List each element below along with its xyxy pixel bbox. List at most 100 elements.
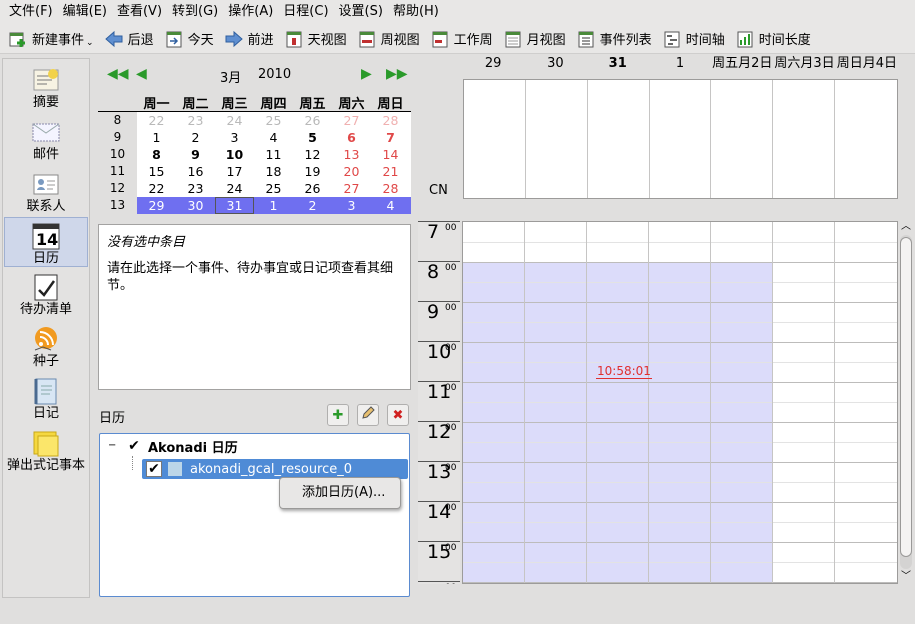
day-header[interactable]: 周五月2日 bbox=[711, 54, 773, 74]
date-cell[interactable]: 22 bbox=[137, 180, 176, 197]
menu-file[interactable]: 文件(F) bbox=[4, 0, 58, 24]
menu-go[interactable]: 转到(G) bbox=[167, 0, 223, 24]
date-cell-today[interactable]: 31 bbox=[215, 197, 254, 214]
day-column[interactable] bbox=[649, 222, 712, 583]
date-cell[interactable]: 4 bbox=[371, 197, 410, 214]
date-cell[interactable]: 1 bbox=[254, 197, 293, 214]
week-number[interactable]: 13 bbox=[98, 197, 137, 214]
sidebar-item-feeds[interactable]: 种子 bbox=[4, 321, 88, 371]
sidebar-item-notes[interactable]: 弹出式记事本 bbox=[4, 425, 88, 475]
week-view-button[interactable]: 周视图 bbox=[352, 26, 425, 52]
previous-month-icon[interactable]: ◀ bbox=[136, 66, 147, 82]
sidebar-item-summary[interactable]: 摘要 bbox=[4, 62, 88, 112]
menu-schedule[interactable]: 日程(C) bbox=[278, 0, 333, 24]
date-cell[interactable]: 7 bbox=[371, 129, 410, 146]
day-header[interactable]: 29 bbox=[462, 54, 524, 74]
menu-help[interactable]: 帮助(H) bbox=[388, 0, 444, 24]
date-cell[interactable]: 19 bbox=[293, 163, 332, 180]
date-cell[interactable]: 24 bbox=[215, 112, 254, 129]
date-cell[interactable]: 16 bbox=[176, 163, 215, 180]
menu-edit[interactable]: 编辑(E) bbox=[58, 0, 112, 24]
month-view-button[interactable]: 月视图 bbox=[498, 26, 571, 52]
date-cell[interactable]: 25 bbox=[254, 112, 293, 129]
remove-calendar-button[interactable]: ✖ bbox=[387, 404, 409, 426]
date-cell[interactable]: 3 bbox=[215, 129, 254, 146]
sidebar-item-contacts[interactable]: 联系人 bbox=[4, 166, 88, 216]
all-day-area[interactable] bbox=[463, 79, 898, 199]
edit-calendar-button[interactable] bbox=[357, 404, 379, 426]
collapse-icon[interactable]: − bbox=[108, 440, 116, 451]
month-label[interactable]: 3月 bbox=[220, 67, 241, 86]
day-column[interactable] bbox=[463, 222, 526, 583]
year-label[interactable]: 2010 bbox=[258, 67, 291, 82]
menu-view[interactable]: 查看(V) bbox=[112, 0, 167, 24]
date-cell[interactable]: 26 bbox=[293, 180, 332, 197]
date-cell[interactable]: 30 bbox=[176, 197, 215, 214]
sidebar-item-journal[interactable]: 日记 bbox=[4, 373, 88, 423]
date-cell[interactable]: 24 bbox=[215, 180, 254, 197]
next-month-icon[interactable]: ▶ bbox=[361, 66, 372, 82]
agenda-scrollbar[interactable]: ︿ ﹀ bbox=[899, 221, 913, 584]
day-column[interactable] bbox=[711, 222, 774, 583]
date-cell[interactable]: 5 bbox=[293, 129, 332, 146]
date-cell[interactable]: 28 bbox=[371, 112, 410, 129]
day-header[interactable]: 周日月4日 bbox=[836, 54, 898, 74]
agenda-grid[interactable] bbox=[462, 221, 898, 584]
week-number[interactable]: 10 bbox=[98, 146, 137, 163]
day-view-button[interactable]: 天视图 bbox=[279, 26, 352, 52]
date-cell[interactable]: 6 bbox=[332, 129, 371, 146]
week-number[interactable]: 11 bbox=[98, 163, 137, 180]
date-cell[interactable]: 11 bbox=[254, 146, 293, 163]
date-cell[interactable]: 25 bbox=[254, 180, 293, 197]
week-number[interactable]: 12 bbox=[98, 180, 137, 197]
date-cell[interactable]: 22 bbox=[137, 112, 176, 129]
today-button[interactable]: 今天 bbox=[159, 26, 219, 52]
day-column[interactable] bbox=[525, 222, 588, 583]
day-column[interactable] bbox=[835, 222, 897, 583]
date-cell[interactable]: 13 bbox=[332, 146, 371, 163]
date-cell[interactable]: 2 bbox=[176, 129, 215, 146]
scroll-up-icon[interactable]: ︿ bbox=[899, 221, 913, 233]
time-span-button[interactable]: 时间长度 bbox=[730, 26, 816, 52]
calendar-child-item[interactable]: ✔ akonadi_gcal_resource_0 bbox=[142, 459, 408, 479]
date-cell[interactable]: 3 bbox=[332, 197, 371, 214]
sidebar-item-mail[interactable]: 邮件 bbox=[4, 114, 88, 164]
day-column[interactable] bbox=[773, 222, 836, 583]
new-event-button[interactable]: 新建事件 ⌄ bbox=[3, 26, 99, 52]
previous-year-icon[interactable]: ◀◀ bbox=[107, 66, 129, 82]
scroll-down-icon[interactable]: ﹀ bbox=[899, 571, 913, 583]
date-cell[interactable]: 8 bbox=[137, 146, 176, 163]
next-year-icon[interactable]: ▶▶ bbox=[386, 66, 408, 82]
scroll-thumb[interactable] bbox=[900, 237, 912, 557]
date-cell[interactable]: 20 bbox=[332, 163, 371, 180]
date-cell[interactable]: 27 bbox=[332, 180, 371, 197]
date-cell[interactable]: 2 bbox=[293, 197, 332, 214]
date-cell[interactable]: 23 bbox=[176, 180, 215, 197]
date-cell[interactable]: 12 bbox=[293, 146, 332, 163]
day-column[interactable] bbox=[587, 222, 650, 583]
date-cell[interactable]: 26 bbox=[293, 112, 332, 129]
week-number[interactable]: 9 bbox=[98, 129, 137, 146]
date-cell[interactable]: 28 bbox=[371, 180, 410, 197]
forward-button[interactable]: 前进 bbox=[219, 26, 279, 52]
calendar-root-item[interactable]: ✔ Akonadi 日历 bbox=[126, 436, 237, 456]
date-cell[interactable]: 23 bbox=[176, 112, 215, 129]
date-cell[interactable]: 18 bbox=[254, 163, 293, 180]
day-header-today[interactable]: 31 bbox=[587, 54, 649, 74]
date-cell[interactable]: 14 bbox=[371, 146, 410, 163]
date-cell[interactable]: 27 bbox=[332, 112, 371, 129]
timeline-button[interactable]: 时间轴 bbox=[657, 26, 730, 52]
event-list-button[interactable]: 事件列表 bbox=[571, 26, 657, 52]
menu-settings[interactable]: 设置(S) bbox=[334, 0, 388, 24]
date-cell[interactable]: 17 bbox=[215, 163, 254, 180]
date-cell[interactable]: 10 bbox=[215, 146, 254, 163]
date-cell[interactable]: 21 bbox=[371, 163, 410, 180]
menu-actions[interactable]: 操作(A) bbox=[223, 0, 278, 24]
sidebar-item-todo[interactable]: 待办清单 bbox=[4, 269, 88, 319]
date-cell[interactable]: 29 bbox=[137, 197, 176, 214]
back-button[interactable]: 后退 bbox=[99, 26, 159, 52]
add-calendar-button[interactable]: ✚ bbox=[327, 404, 349, 426]
work-week-button[interactable]: 工作周 bbox=[425, 26, 498, 52]
chevron-down-icon[interactable]: ⌄ bbox=[86, 38, 94, 48]
checkbox-checked-icon[interactable]: ✔ bbox=[146, 461, 162, 477]
